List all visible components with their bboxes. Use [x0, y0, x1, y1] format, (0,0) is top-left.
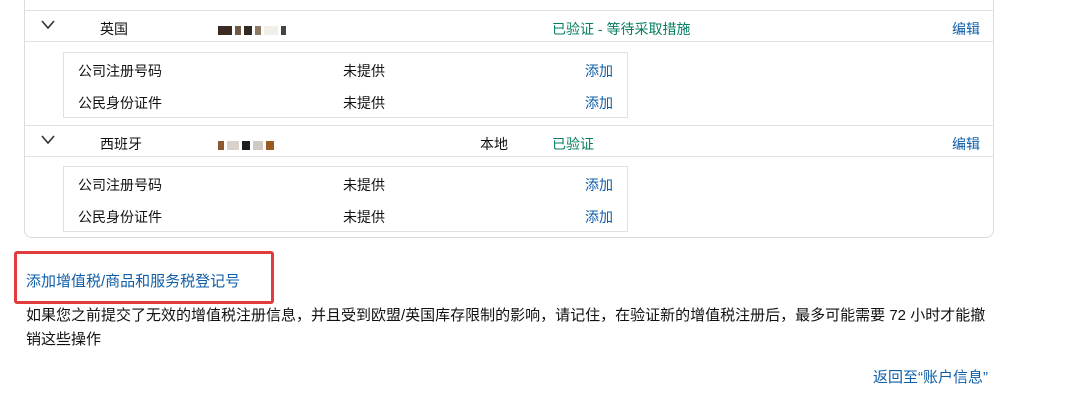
back-to-account-info-link[interactable]: 返回至“账户信息” [873, 366, 988, 387]
detail-row: 公民身份证件 未提供 添加 [64, 199, 627, 231]
detail-row: 公司注册号码 未提供 添加 [64, 53, 627, 85]
add-link[interactable]: 添加 [585, 61, 613, 81]
vat-notice-text: 如果您之前提交了无效的增值税注册信息，并且受到欧盟/英国库存限制的影响，请记住，… [26, 307, 986, 348]
edit-link[interactable]: 编辑 [952, 134, 980, 154]
edit-link[interactable]: 编辑 [952, 19, 980, 39]
add-vat-registration-link[interactable]: 添加增值税/商品和服务税登记号 [26, 270, 240, 291]
add-link[interactable]: 添加 [585, 175, 613, 195]
verification-status: 已验证 [552, 136, 594, 152]
country-name: 西班牙 [100, 136, 142, 152]
add-link[interactable]: 添加 [585, 93, 613, 113]
detail-value: 未提供 [343, 63, 385, 79]
uk-details-box: 公司注册号码 未提供 添加 公民身份证件 未提供 添加 [63, 52, 628, 118]
redacted-vat-number [218, 136, 277, 150]
country-row-uk: 英国 已验证 - 等待采取措施 编辑 [24, 10, 994, 42]
chevron-down-icon[interactable] [40, 17, 56, 33]
detail-label: 公司注册号码 [78, 177, 162, 193]
detail-label: 公民身份证件 [78, 95, 162, 111]
add-link[interactable]: 添加 [585, 207, 613, 227]
detail-value: 未提供 [343, 177, 385, 193]
detail-row: 公司注册号码 未提供 添加 [64, 167, 627, 199]
detail-value: 未提供 [343, 95, 385, 111]
redacted-vat-number [218, 21, 289, 35]
country-row-spain: 西班牙 本地 已验证 编辑 [24, 125, 994, 157]
verification-status: 已验证 - 等待采取措施 [552, 21, 691, 37]
detail-row: 公民身份证件 未提供 添加 [64, 85, 627, 117]
detail-value: 未提供 [343, 209, 385, 225]
detail-label: 公司注册号码 [78, 63, 162, 79]
detail-label: 公民身份证件 [78, 209, 162, 225]
local-tag: 本地 [480, 136, 508, 152]
country-name: 英国 [100, 21, 128, 37]
chevron-down-icon[interactable] [40, 132, 56, 148]
spain-details-box: 公司注册号码 未提供 添加 公民身份证件 未提供 添加 [63, 166, 628, 232]
